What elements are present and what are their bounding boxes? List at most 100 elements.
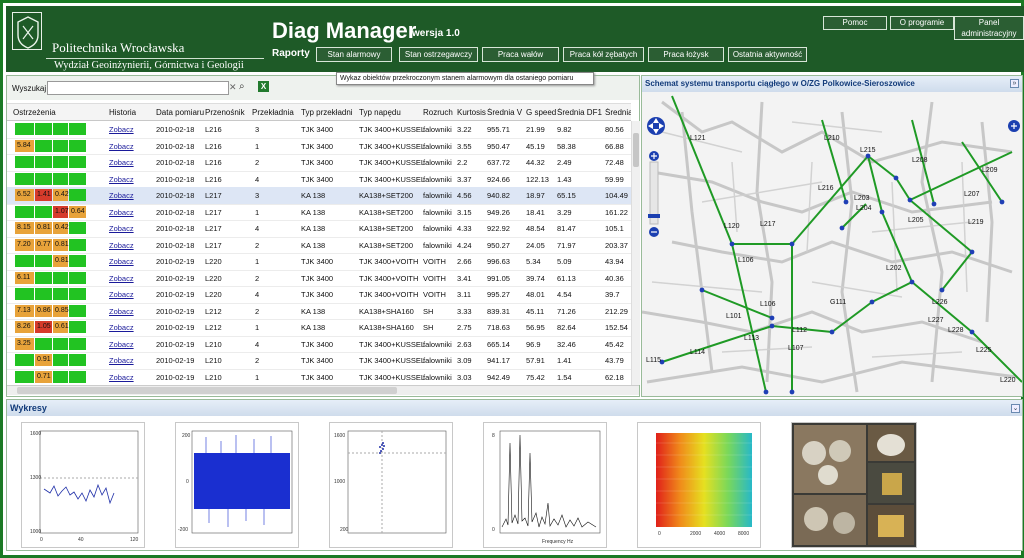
map-add-icon[interactable] xyxy=(1008,120,1020,132)
map-zoom-slider[interactable] xyxy=(648,151,660,237)
history-link[interactable]: Zobacz xyxy=(109,373,134,382)
col-df1[interactable]: Średnia DF1 xyxy=(557,108,602,117)
history-link[interactable]: Zobacz xyxy=(109,158,134,167)
history-link[interactable]: Zobacz xyxy=(109,356,134,365)
help-button[interactable]: Pomoc xyxy=(823,16,887,30)
map-navigation-control[interactable] xyxy=(647,117,665,135)
map-node[interactable] xyxy=(699,287,705,293)
table-row[interactable]: 0.71 Zobacz 2010-02-19 L210 1 TJK 3400 TJK 340… xyxy=(7,369,631,386)
history-link[interactable]: Zobacz xyxy=(109,241,134,250)
nav-bearings-button[interactable]: Praca łożysk xyxy=(648,47,724,62)
map-node[interactable] xyxy=(999,199,1005,205)
chart-thumbnail-spectrum[interactable]: 8 0 Frequency Hz xyxy=(483,422,607,548)
table-row[interactable]: Zobacz 2010-02-18 L216 4 TJK 3400 TJK 3400+KU… xyxy=(7,171,631,188)
table-row[interactable]: Zobacz 2010-02-19 L220 4 TJK 3400 TJK 3400+VO… xyxy=(7,286,631,304)
col-conveyor[interactable]: Przenośnik xyxy=(205,108,245,117)
horizontal-scrollbar[interactable] xyxy=(7,385,639,395)
map-node[interactable] xyxy=(939,287,945,293)
map-node[interactable] xyxy=(931,201,937,207)
table-row[interactable]: 7.13 0.86 0.85 Zobacz 2010-02-19 L212 2 KA 138 K… xyxy=(7,303,631,320)
chart-thumbnail-time[interactable]: 1600 1300 1000 0 40 120 xyxy=(21,422,145,548)
chart-thumbnail-signal[interactable]: 200 0 -200 xyxy=(175,422,299,548)
photo-mosaic[interactable] xyxy=(791,422,917,548)
col-g-speed[interactable]: G speed xyxy=(526,108,556,117)
nav-alarm-button[interactable]: Stan alarmowy xyxy=(316,47,392,62)
chart-thumbnail-scatter[interactable]: 1600 1000 200 xyxy=(329,422,453,548)
table-row[interactable]: 3.25 Zobacz 2010-02-19 L210 4 TJK 3400 TJK 340… xyxy=(7,336,631,353)
table-row[interactable]: 8.26 1.05 0.61 Zobacz 2010-02-19 L212 1 KA 138 K… xyxy=(7,319,631,337)
col-gear-type[interactable]: Typ przekładni xyxy=(301,108,353,117)
map-node[interactable] xyxy=(969,249,975,255)
nav-activity-button[interactable]: Ostatnia aktywność xyxy=(728,47,807,62)
col-history[interactable]: Historia xyxy=(109,108,136,117)
map-node[interactable] xyxy=(869,299,875,305)
table-row[interactable]: 5.84 Zobacz 2010-02-18 L216 1 TJK 3400 TJK 340… xyxy=(7,138,631,155)
history-link[interactable]: Zobacz xyxy=(109,125,134,134)
map-node[interactable] xyxy=(865,153,871,159)
map-node[interactable] xyxy=(769,315,775,321)
history-link[interactable]: Zobacz xyxy=(109,142,134,151)
map-node[interactable] xyxy=(909,279,915,285)
cell-avg-v: 839.31 xyxy=(487,306,510,316)
map-node[interactable] xyxy=(789,389,795,395)
table-row[interactable]: Zobacz 2010-02-18 L216 2 TJK 3400 TJK 3400+KU… xyxy=(7,154,631,172)
col-warnings[interactable]: Ostrzeżenia xyxy=(13,108,56,117)
table-row[interactable]: 6.52 1.41 0.42 Zobacz 2010-02-18 L217 3 KA 138 K… xyxy=(7,187,631,205)
cell-gear: 2 xyxy=(255,158,260,167)
expand-map-icon[interactable]: » xyxy=(1010,79,1019,88)
history-link[interactable]: Zobacz xyxy=(109,290,134,299)
search-icon[interactable]: ⌕ xyxy=(239,81,245,92)
col-df3[interactable]: Średnia DF3 xyxy=(605,108,631,117)
table-row[interactable]: Zobacz 2010-02-18 L216 3 TJK 3400 TJK 3400+KU… xyxy=(7,121,631,139)
map-node[interactable] xyxy=(907,197,913,203)
map-node[interactable] xyxy=(839,225,845,231)
map-node[interactable] xyxy=(893,175,899,181)
map-node[interactable] xyxy=(763,389,769,395)
table-row[interactable]: 7.20 0.77 0.81 Zobacz 2010-02-18 L217 2 KA 138 K… xyxy=(7,237,631,254)
map-node[interactable] xyxy=(879,209,885,215)
table-row[interactable]: 0.91 Zobacz 2010-02-19 L210 2 TJK 3400 TJK 340… xyxy=(7,352,631,370)
cell-drive-type: KA138+SET200 xyxy=(359,207,413,217)
map-node[interactable] xyxy=(969,329,975,335)
excel-export-icon[interactable]: X xyxy=(258,81,269,92)
map-view[interactable]: L121 L210 L215 L208 L209 L216 L203 L204 L207 L120… xyxy=(642,92,1022,396)
table-row[interactable]: 1.07 0.64 Zobacz 2010-02-18 L217 1 KA 138 KA138… xyxy=(7,204,631,221)
cell-start: SH xyxy=(423,323,434,332)
map-node[interactable] xyxy=(843,199,849,205)
table-row[interactable]: 8.15 0.81 0.42 Zobacz 2010-02-18 L217 4 KA 138 K… xyxy=(7,220,631,238)
collapse-charts-icon[interactable]: ⌄ xyxy=(1011,404,1020,413)
clear-icon[interactable]: ✕ xyxy=(229,82,237,93)
col-date[interactable]: Data pomiaru xyxy=(156,108,204,117)
nav-warning-button[interactable]: Stan ostrzegawczy xyxy=(399,47,478,62)
map-node[interactable] xyxy=(729,241,735,247)
about-button[interactable]: O programie xyxy=(890,16,954,30)
col-start[interactable]: Rozruch xyxy=(423,108,453,117)
history-link[interactable]: Zobacz xyxy=(109,340,134,349)
admin-panel-button[interactable]: Panel administracyjny xyxy=(954,16,1024,40)
col-avg-v[interactable]: Średnia V xyxy=(487,108,522,117)
history-link[interactable]: Zobacz xyxy=(109,257,134,266)
history-link[interactable]: Zobacz xyxy=(109,224,134,233)
history-link[interactable]: Zobacz xyxy=(109,323,134,332)
vertical-scrollbar[interactable] xyxy=(631,121,640,385)
history-link[interactable]: Zobacz xyxy=(109,307,134,316)
col-gear[interactable]: Przekładnia xyxy=(252,108,294,117)
warning-indicator: 0.85 xyxy=(53,304,69,317)
cell-start: VOITH xyxy=(423,290,446,299)
col-drive-type[interactable]: Typ napędu xyxy=(359,108,401,117)
history-link[interactable]: Zobacz xyxy=(109,191,134,200)
search-input[interactable] xyxy=(47,81,229,95)
history-link[interactable]: Zobacz xyxy=(109,274,134,283)
history-link[interactable]: Zobacz xyxy=(109,208,134,217)
map-node[interactable] xyxy=(769,323,775,329)
chart-thumbnail-heatmap[interactable]: 0 2000 4000 8000 xyxy=(637,422,761,548)
map-node[interactable] xyxy=(829,329,835,335)
table-row[interactable]: 6.11 Zobacz 2010-02-19 L220 2 TJK 3400 TJK 340… xyxy=(7,270,631,287)
map-node[interactable] xyxy=(789,241,795,247)
col-kurtosis[interactable]: Kurtosis xyxy=(457,108,486,117)
history-link[interactable]: Zobacz xyxy=(109,175,134,184)
nav-shafts-button[interactable]: Praca wałów xyxy=(482,47,559,62)
nav-gears-button[interactable]: Praca kół zębatych xyxy=(563,47,644,62)
table-row[interactable]: 0.81 Zobacz 2010-02-19 L220 1 TJK 3400 TJK 340… xyxy=(7,253,631,271)
cell-df1: 3.29 xyxy=(557,207,572,217)
